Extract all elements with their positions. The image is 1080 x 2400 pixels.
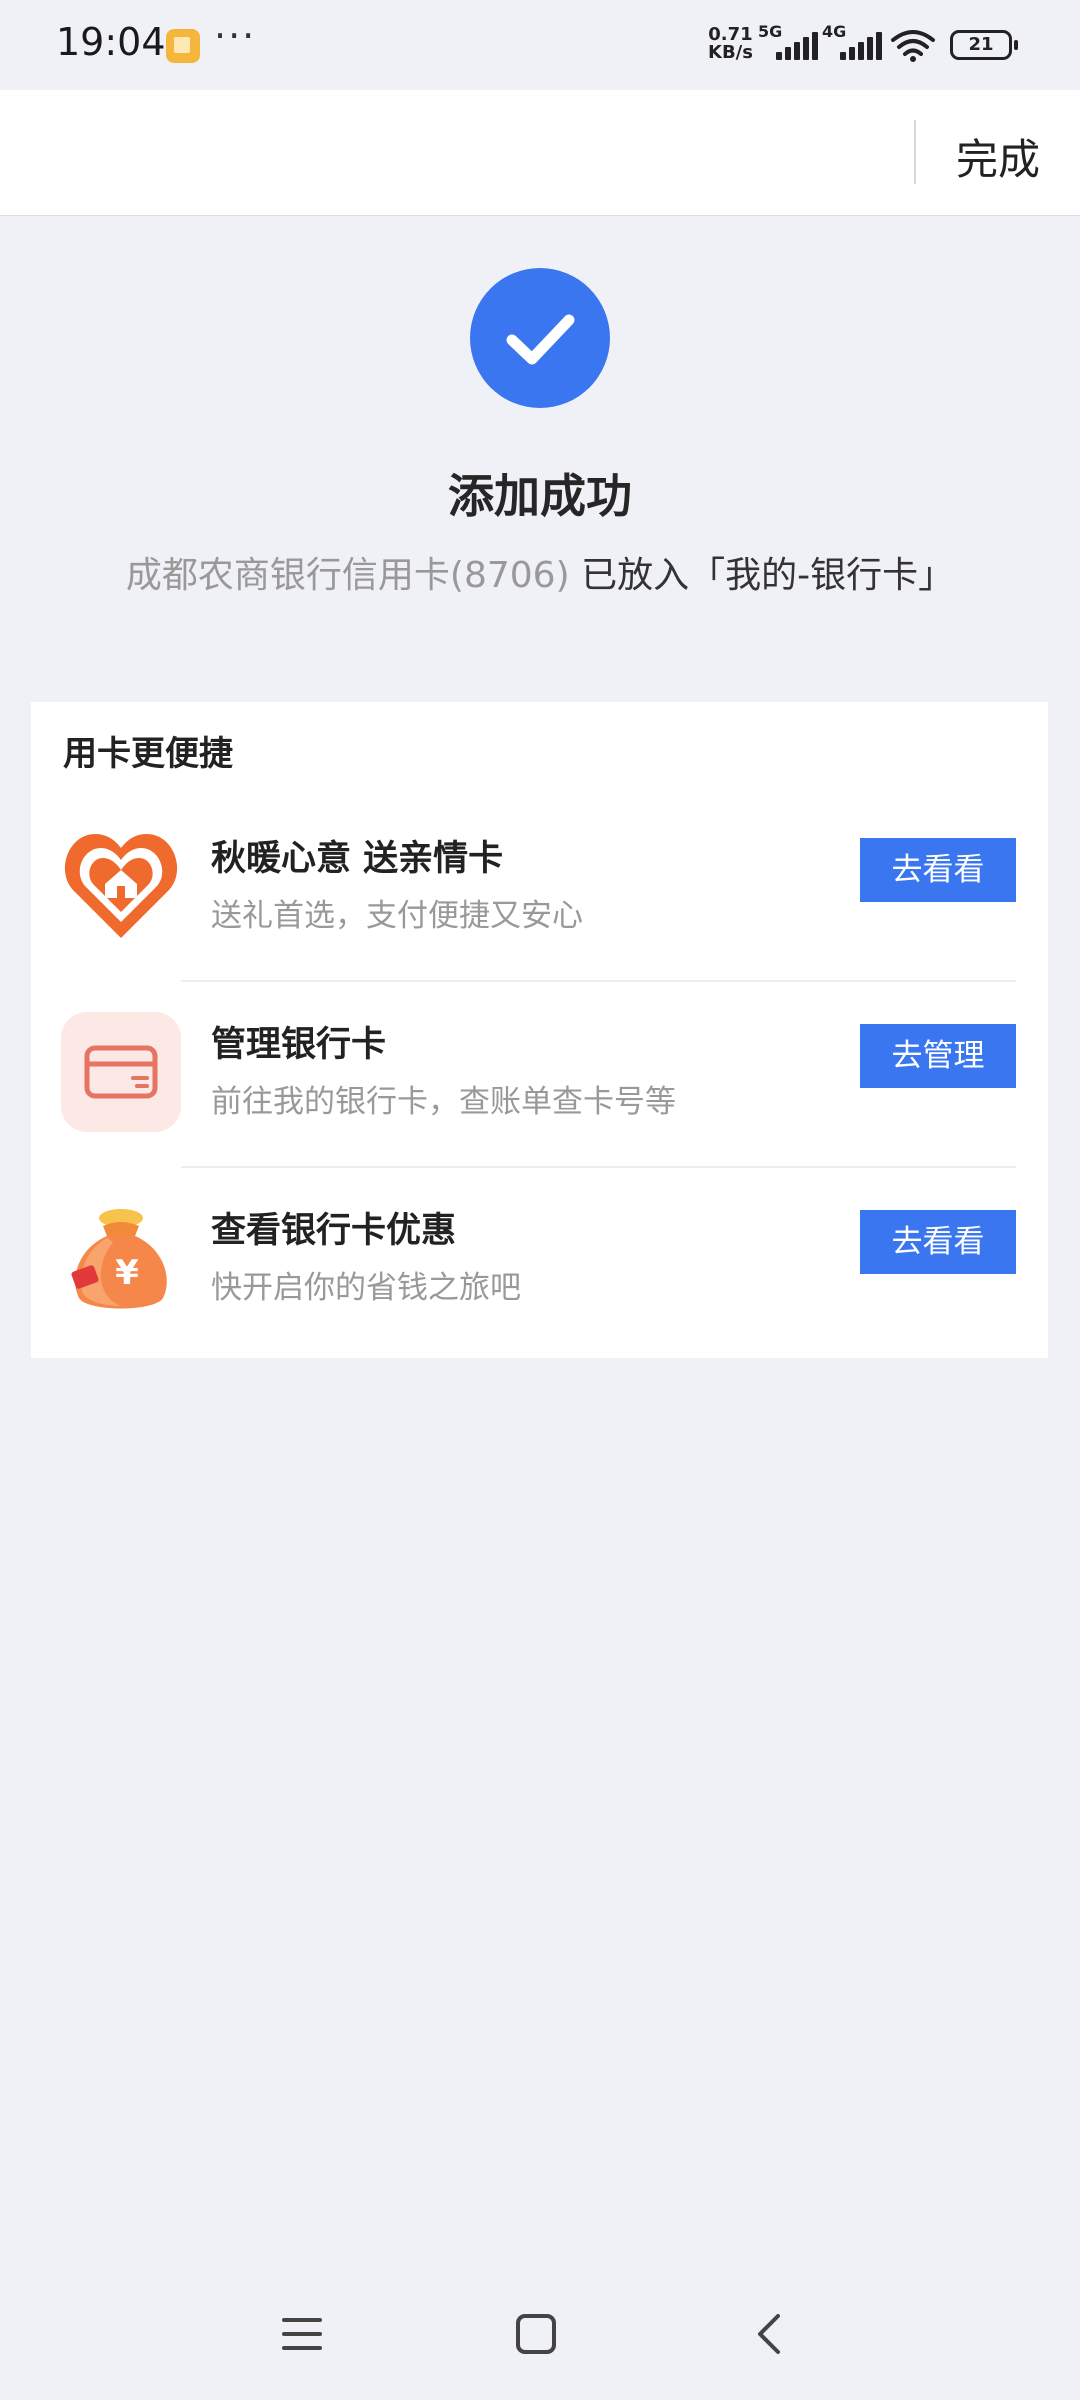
success-check-icon: [470, 268, 610, 408]
header-divider: [914, 120, 916, 184]
status-bar: 19:04 ··· 0.71 KB/s 5G 4G 21: [0, 0, 1080, 90]
item-title: 秋暖心意 送亲情卡: [211, 839, 504, 879]
item-title: 查看银行卡优惠: [211, 1211, 457, 1251]
back-chevron-icon[interactable]: [752, 2312, 788, 2356]
money-bag-icon: ¥: [71, 1209, 167, 1309]
menu-icon[interactable]: [280, 2314, 324, 2354]
success-description: 成都农商银行信用卡(8706) 已放入「我的-银行卡」: [0, 546, 1080, 598]
manage-cards-button[interactable]: 去管理: [860, 1024, 1016, 1088]
item-subtitle: 前往我的银行卡，查账单查卡号等: [211, 1084, 676, 1120]
view-offers-button[interactable]: 去看看: [860, 1210, 1016, 1274]
status-time: 19:04: [56, 20, 166, 64]
svg-text:¥: ¥: [115, 1253, 139, 1293]
signal-5g-icon: [776, 30, 820, 60]
item-subtitle: 送礼首选，支付便捷又安心: [211, 898, 583, 934]
more-notifications-icon: ···: [214, 14, 257, 58]
item-title: 管理银行卡: [211, 1025, 387, 1065]
view-family-card-button[interactable]: 去看看: [860, 838, 1016, 902]
bank-card-icon: [84, 1045, 158, 1099]
battery-icon: 21: [950, 30, 1018, 60]
item-subtitle: 快开启你的省钱之旅吧: [211, 1270, 521, 1306]
done-button[interactable]: 完成: [956, 126, 1040, 187]
bank-card-icon-bg: [61, 1012, 181, 1132]
heart-home-icon: [64, 834, 178, 938]
system-nav-bar: [0, 2270, 1080, 2400]
convenience-card: 用卡更便捷 秋暖心意 送亲情卡 送礼首选，支付便捷又安心 去看看 管理银行卡 前…: [31, 702, 1048, 1358]
list-item-manage-cards[interactable]: 管理银行卡 前往我的银行卡，查账单查卡号等 去管理: [31, 982, 1048, 1168]
header-bar: 完成: [0, 90, 1080, 216]
network-speed: 0.71 KB/s: [708, 26, 753, 62]
wifi-icon: [891, 30, 935, 62]
section-title: 用卡更便捷: [63, 734, 233, 774]
list-item-family-card[interactable]: 秋暖心意 送亲情卡 送礼首选，支付便捷又安心 去看看: [31, 796, 1048, 982]
network-speed-unit: KB/s: [708, 42, 753, 63]
success-title: 添加成功: [448, 469, 632, 523]
added-card-name: 成都农商银行信用卡(8706): [125, 555, 570, 596]
app-notification-icon: [166, 29, 200, 63]
list-item-card-offers[interactable]: ¥ 查看银行卡优惠 快开启你的省钱之旅吧 去看看: [31, 1168, 1048, 1354]
home-square-icon[interactable]: [514, 2312, 558, 2356]
added-destination-text: 已放入「我的-银行卡」: [569, 555, 955, 596]
check-icon: [506, 314, 575, 365]
signal-4g-icon: [840, 30, 884, 60]
